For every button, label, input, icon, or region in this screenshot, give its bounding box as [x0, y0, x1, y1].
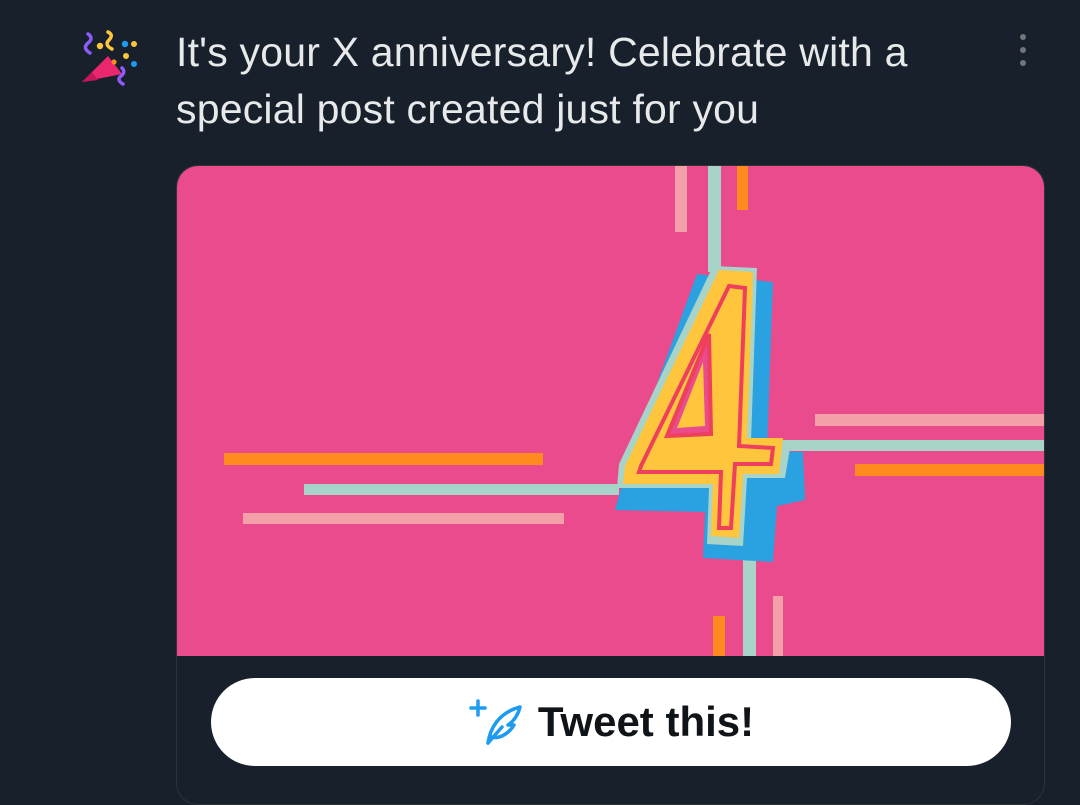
more-vertical-icon [1020, 34, 1026, 40]
tweet-this-button[interactable]: Tweet this! [211, 678, 1011, 766]
tweet-this-label: Tweet this! [537, 698, 755, 745]
anniversary-headline: It's your X anniversary! Celebrate with … [176, 29, 908, 132]
more-vertical-icon-dot [1020, 47, 1026, 53]
party-popper-icon [78, 28, 150, 94]
compose-feather-icon [469, 699, 522, 745]
more-options-button[interactable] [1010, 30, 1036, 70]
anniversary-card[interactable]: Tweet this! [176, 165, 1045, 805]
more-vertical-icon-dot [1020, 60, 1026, 66]
anniversary-image [177, 166, 1044, 656]
